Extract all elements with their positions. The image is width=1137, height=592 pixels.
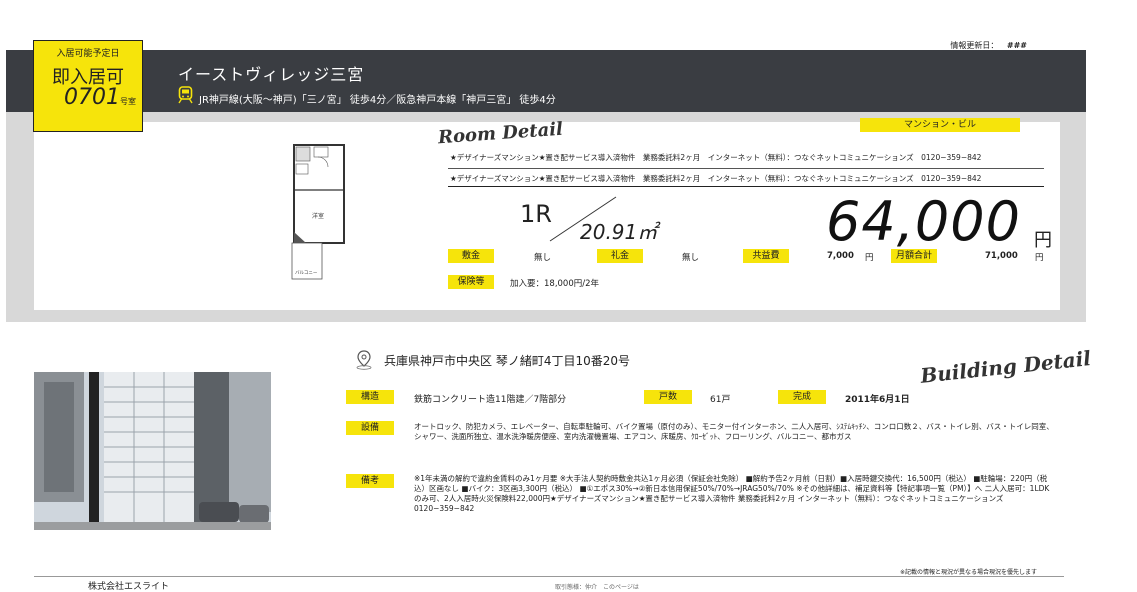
train-icon	[178, 86, 193, 104]
update-date: 情報更新日： ###	[950, 40, 1027, 51]
monthly-total-label: 月額合計	[891, 249, 937, 263]
structure-label: 構造	[346, 390, 394, 404]
station-access: JR神戸線(大阪〜神戸)「三ノ宮」 徒歩4分／阪急神戸本線「神戸三宮」 徒歩4分	[199, 95, 556, 106]
footer-divider	[34, 576, 1064, 577]
company-name: 株式会社エスライト	[88, 582, 170, 592]
divider	[448, 168, 1044, 169]
key-money-value: 無し	[682, 253, 700, 263]
floorplan-image: 洋室 バルコニー	[291, 144, 345, 280]
disclaimer: ※記載の情報と現況が異なる場合現況を優先します	[900, 569, 1038, 576]
move-in-badge: 入居可能予定日 即入居可 0701 号室	[33, 40, 143, 132]
key-money-label: 礼金	[597, 249, 643, 263]
footer-note: 取引態様：仲介 このページは	[555, 584, 639, 591]
facilities-label: 設備	[346, 421, 394, 435]
badge-room-suffix: 号室	[120, 97, 136, 106]
floorplan-room-label: 洋室	[312, 212, 324, 220]
monthly-total-value: 71,000	[985, 251, 1018, 261]
monthly-total-unit: 円	[1035, 253, 1044, 263]
badge-room-number: 0701	[64, 85, 120, 110]
common-fee-value: 7,000	[827, 251, 854, 261]
units-label: 戸数	[644, 390, 692, 404]
remarks-value: ※1年未満の解約で違約金賃料のみ1ヶ月要 ※大手法人契約時敷金共込1ヶ月必須（保…	[414, 474, 1050, 513]
remarks-label: 備考	[346, 474, 394, 488]
badge-top-label: 入居可能予定日	[56, 49, 120, 59]
completed-value: 2011年6月1日	[845, 395, 910, 405]
room-note-2: ★デザイナーズマンション★置き配サービス導入済物件 業務委託料2ヶ月 インターネ…	[450, 174, 982, 183]
rent-unit: 円	[1034, 230, 1052, 251]
completed-label: 完成	[778, 390, 826, 404]
rent-value: 64,000	[826, 190, 1021, 253]
area-value: 20.91㎡	[580, 220, 658, 244]
location-pin-icon	[356, 350, 372, 370]
update-label: 情報更新日：	[950, 41, 999, 50]
building-detail-heading: Building Detail	[919, 346, 1092, 388]
property-title: イーストヴィレッジ三宮	[178, 65, 365, 84]
common-fee-unit: 円	[865, 253, 874, 263]
structure-value: 鉄筋コンクリート造11階建／7階部分	[414, 395, 567, 405]
floorplan-balcony-label: バルコニー	[295, 270, 318, 276]
units-value: 61戸	[710, 395, 731, 405]
property-type-tag: マンション・ビル	[860, 118, 1020, 132]
insurance-value: 加入要：18,000円/2年	[510, 279, 600, 289]
divider	[448, 186, 1044, 187]
building-address: 兵庫県神戸市中央区 琴ノ緒町4丁目10番20号	[384, 354, 630, 368]
common-fee-label: 共益費	[743, 249, 789, 263]
room-note-1: ★デザイナーズマンション★置き配サービス導入済物件 業務委託料2ヶ月 インターネ…	[450, 153, 982, 162]
facilities-value: オートロック、防犯カメラ、エレベーター、自転車駐輪可、バイク置場（原付のみ）、モ…	[414, 422, 1054, 441]
deposit-label: 敷金	[448, 249, 494, 263]
deposit-value: 無し	[534, 253, 552, 263]
update-value: ###	[1006, 41, 1027, 50]
insurance-label: 保険等	[448, 275, 494, 289]
building-photo	[34, 372, 271, 530]
